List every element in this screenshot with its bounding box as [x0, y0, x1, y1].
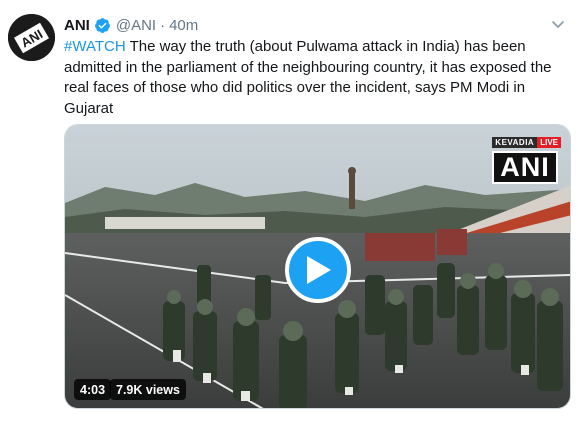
verified-badge-icon: [94, 17, 111, 34]
live-location: KEVADIA: [492, 137, 538, 148]
video-duration: 4:03: [74, 379, 112, 400]
tweet-timestamp[interactable]: 40m: [169, 17, 198, 34]
author-handle[interactable]: @ANI: [116, 17, 156, 34]
separator-dot: ·: [160, 16, 166, 34]
ani-logo-avatar: ANI: [8, 14, 55, 61]
tweet[interactable]: ANI ANI @ANI · 40m #WATCH The way the tr…: [0, 0, 578, 421]
tweet-text: #WATCH The way the truth (about Pulwama …: [64, 37, 570, 119]
ani-watermark: ANI: [492, 151, 558, 184]
video-views: 7.9K views: [110, 379, 186, 400]
live-label: LIVE: [537, 137, 561, 148]
tweet-body: The way the truth (about Pulwama attack …: [64, 38, 552, 117]
author-name[interactable]: ANI: [64, 17, 90, 34]
tweet-header: ANI @ANI · 40m: [64, 14, 198, 36]
live-tag: KEVADIA LIVE: [492, 137, 561, 148]
play-icon: [307, 256, 331, 284]
hashtag-link[interactable]: #WATCH: [64, 38, 126, 55]
play-button[interactable]: [285, 237, 351, 303]
video-player[interactable]: KEVADIA LIVE ANI 4:03 7.9K views: [64, 124, 571, 409]
chevron-down-icon[interactable]: [550, 16, 566, 32]
avatar[interactable]: ANI: [8, 14, 55, 61]
